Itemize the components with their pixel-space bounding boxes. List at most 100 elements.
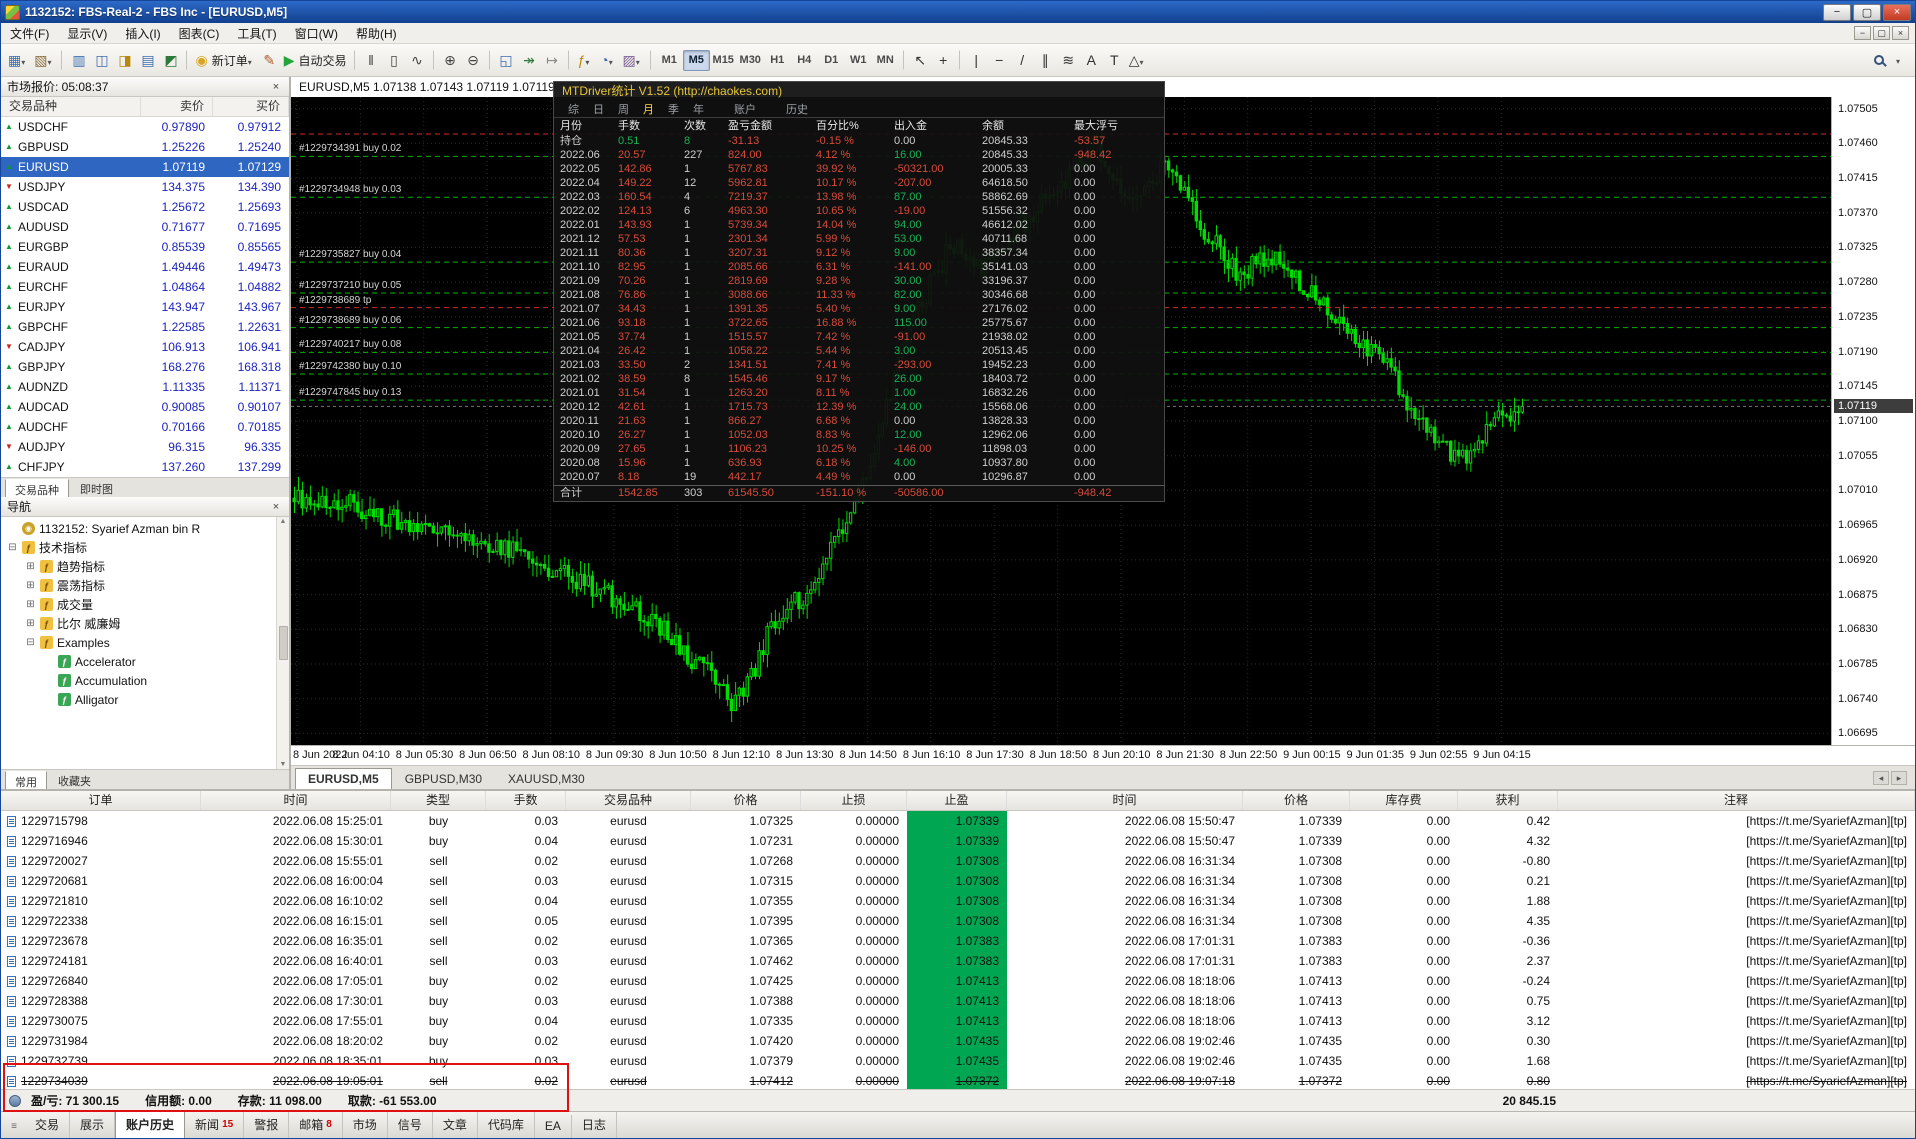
order-row[interactable]: 1229732739 2022.06.08 18:35:01 buy 0.03 … [1, 1051, 1915, 1071]
orders-column-label[interactable]: 止损 [801, 791, 907, 810]
terminal-tab[interactable]: 账户历史 [115, 1111, 186, 1138]
stats-tab[interactable]: 周 [618, 101, 629, 117]
tab-scroll-left-icon[interactable]: ◂ [1873, 771, 1889, 785]
order-row[interactable]: 1229716946 2022.06.08 15:30:01 buy 0.04 … [1, 831, 1915, 851]
market-watch-row[interactable]: EURCHF 1.04864 1.04882 [1, 277, 289, 297]
stats-tab[interactable]: 综 [568, 101, 579, 117]
scroll-up-icon[interactable]: ▲ [280, 518, 287, 525]
orders-column-label[interactable]: 交易品种 [566, 791, 691, 810]
zoom-in-icon[interactable]: ⊕ [439, 48, 462, 72]
strategy-tester-icon[interactable]: ◩ [159, 48, 182, 72]
menu-item[interactable]: 文件(F) [1, 23, 58, 44]
terminal-tab[interactable]: 信号 [388, 1112, 433, 1138]
orders-column-label[interactable]: 价格 [691, 791, 801, 810]
orders-column-label[interactable]: 价格 [1243, 791, 1350, 810]
chart-tab[interactable]: GBPUSD,M30 [392, 768, 495, 789]
terminal-tab[interactable]: EA [535, 1115, 572, 1138]
terminal-tab[interactable]: 展示 [70, 1112, 116, 1138]
shapes-icon[interactable]: △ [1126, 48, 1150, 72]
terminal-tab[interactable]: 交易 [25, 1112, 71, 1138]
orders-column-label[interactable]: 时间 [201, 791, 391, 810]
market-watch-row[interactable]: EURJPY 143.947 143.967 [1, 297, 289, 317]
timeframe-button[interactable]: M30 [737, 50, 764, 71]
navigator-item[interactable]: ⊞ 比尔 威廉姆 [1, 614, 289, 633]
data-window-icon[interactable]: ◫ [90, 48, 113, 72]
order-row[interactable]: 1229722338 2022.06.08 16:15:01 sell 0.05… [1, 911, 1915, 931]
auto-scroll-icon[interactable]: ↠ [518, 48, 541, 72]
terminal-tab[interactable]: 文章 [433, 1112, 478, 1138]
terminal-tab[interactable]: 代码库 [478, 1112, 535, 1138]
tree-expander-icon[interactable]: ⊞ [25, 618, 36, 629]
toolbar-options-icon[interactable] [1896, 51, 1903, 69]
order-row[interactable]: 1229720681 2022.06.08 16:00:04 sell 0.03… [1, 871, 1915, 891]
tree-expander-icon[interactable]: ⊞ [25, 580, 36, 591]
market-watch-row[interactable]: EURUSD 1.07119 1.07129 [1, 157, 289, 177]
navigator-item[interactable]: ⊞ 震荡指标 [1, 576, 289, 595]
timeframe-button[interactable]: D1 [818, 50, 845, 71]
tile-windows-icon[interactable]: ◱ [495, 48, 518, 72]
market-watch-row[interactable]: AUDNZD 1.11335 1.11371 [1, 377, 289, 397]
timeframe-button[interactable]: H4 [791, 50, 818, 71]
navigator-item[interactable]: ⊞ 趋势指标 [1, 557, 289, 576]
timeframe-button[interactable]: MN [872, 50, 899, 71]
bars-chart-icon[interactable]: ‖ [360, 48, 383, 72]
chart-tab[interactable]: EURUSD,M5 [295, 768, 392, 789]
order-row[interactable]: 1229720027 2022.06.08 15:55:01 sell 0.02… [1, 851, 1915, 871]
trendline-icon[interactable]: / [1011, 48, 1034, 72]
menu-item[interactable]: 工具(T) [228, 23, 285, 44]
navigator-item[interactable]: Alligator [1, 690, 289, 709]
orders-column-label[interactable]: 获利 [1458, 791, 1558, 810]
channel-icon[interactable]: ∥ [1034, 48, 1057, 72]
terminal-tab[interactable]: 市场 [343, 1112, 388, 1138]
navigator-item[interactable]: ⊟ Examples [1, 633, 289, 652]
column-symbol[interactable]: 交易品种 [1, 97, 141, 116]
menu-item[interactable]: 图表(C) [170, 23, 229, 44]
stats-tab[interactable]: 季 [668, 101, 679, 117]
orders-column-label[interactable]: 订单 [1, 791, 201, 810]
stats-tab[interactable]: 年 [693, 101, 704, 117]
column-ask[interactable]: 买价 [213, 97, 289, 116]
line-chart-icon[interactable]: ∿ [406, 48, 429, 72]
profiles-icon[interactable]: ▧ [31, 48, 57, 72]
market-watch-icon[interactable]: ▥ [67, 48, 90, 72]
order-row[interactable]: 1229726840 2022.06.08 17:05:01 buy 0.02 … [1, 971, 1915, 991]
templates-icon[interactable]: ▨ [620, 48, 646, 72]
market-watch-row[interactable]: GBPUSD 1.25226 1.25240 [1, 137, 289, 157]
close-icon[interactable]: × [269, 81, 283, 93]
terminal-menu-icon[interactable]: ≡ [5, 1117, 23, 1135]
timeframe-button[interactable]: H1 [764, 50, 791, 71]
timeframe-button[interactable]: M1 [656, 50, 683, 71]
terminal-tab[interactable]: 日志 [572, 1112, 617, 1138]
stats-tab[interactable]: 账户 [734, 101, 756, 117]
menu-item[interactable]: 帮助(H) [347, 23, 406, 44]
periods-icon[interactable]: ◔ [597, 48, 620, 72]
tree-expander-icon[interactable]: ⊞ [25, 561, 36, 572]
close-button[interactable]: × [1883, 3, 1911, 21]
column-bid[interactable]: 卖价 [141, 97, 213, 116]
terminal-tab[interactable]: 新闻 15 [185, 1112, 245, 1138]
market-watch-row[interactable]: USDCAD 1.25672 1.25693 [1, 197, 289, 217]
tree-expander-icon[interactable]: ⊟ [25, 637, 36, 648]
terminal-icon[interactable]: ▤ [136, 48, 159, 72]
chart-tab[interactable]: XAUUSD,M30 [495, 768, 598, 789]
market-watch-row[interactable]: USDJPY 134.375 134.390 [1, 177, 289, 197]
order-row[interactable]: 1229724181 2022.06.08 16:40:01 sell 0.03… [1, 951, 1915, 971]
candles-chart-icon[interactable]: ▯ [383, 48, 406, 72]
orders-column-label[interactable]: 库存费 [1350, 791, 1458, 810]
stats-tab[interactable]: 月 [643, 101, 654, 117]
autotrading-icon[interactable]: ▶ 自动交易 [281, 48, 350, 72]
chart-shift-icon[interactable]: ↦ [541, 48, 564, 72]
order-row[interactable]: 1229715798 2022.06.08 15:25:01 buy 0.03 … [1, 811, 1915, 831]
new-chart-icon[interactable]: ▦ [5, 48, 31, 72]
orders-column-label[interactable]: 止盈 [907, 791, 1007, 810]
menu-item[interactable]: 插入(I) [116, 23, 169, 44]
market-watch-row[interactable]: GBPJPY 168.276 168.318 [1, 357, 289, 377]
price-scale[interactable]: 1.07505 1.07460 1.07415 1.07370 1.07325 1.072… [1831, 97, 1915, 745]
close-icon[interactable]: × [269, 501, 283, 513]
maximize-button[interactable]: ▢ [1853, 3, 1881, 21]
zoom-out-icon[interactable]: ⊖ [462, 48, 485, 72]
minimize-button[interactable]: − [1823, 3, 1851, 21]
orders-column-label[interactable]: 注释 [1558, 791, 1915, 810]
label-icon[interactable]: T [1103, 48, 1126, 72]
market-watch-row[interactable]: GBPCHF 1.22585 1.22631 [1, 317, 289, 337]
